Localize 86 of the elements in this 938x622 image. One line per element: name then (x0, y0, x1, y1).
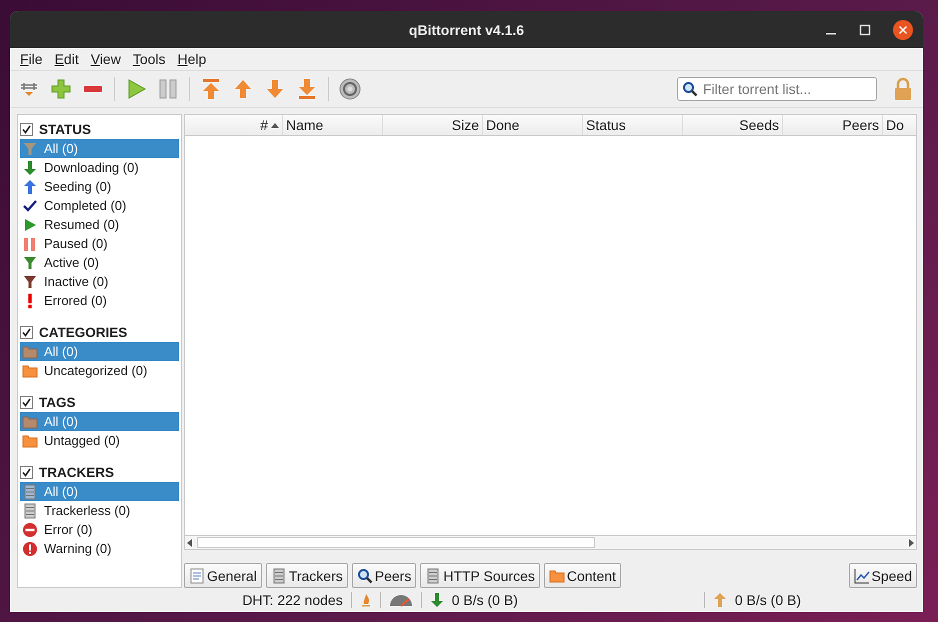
filter-item[interactable]: Trackerless (0) (20, 501, 179, 520)
filter-item[interactable]: All (0) (20, 482, 179, 501)
arrow-down-icon[interactable] (264, 78, 286, 100)
menu-item[interactable]: View (86, 51, 125, 67)
speedometer-icon[interactable] (388, 593, 413, 607)
filter-item[interactable]: All (0) (20, 412, 179, 431)
menu-item[interactable]: Edit (50, 51, 83, 67)
column-header[interactable]: Size (383, 115, 483, 135)
filter-item[interactable]: Completed (0) (20, 196, 179, 215)
section-title: TAGS (39, 394, 76, 410)
column-header[interactable]: Status (583, 115, 683, 135)
scroll-left-icon[interactable] (185, 538, 195, 548)
search-icon (682, 81, 698, 97)
column-header[interactable]: # (185, 115, 283, 135)
detail-tab[interactable]: General (184, 563, 262, 588)
folder-icon (22, 344, 38, 360)
filter-item[interactable]: Warning (0) (20, 539, 179, 558)
upload-arrow-icon (712, 592, 727, 608)
filter-item[interactable]: Inactive (0) (20, 272, 179, 291)
folder-icon (22, 414, 38, 430)
maximize-icon[interactable] (859, 24, 871, 36)
section-title: TRACKERS (39, 464, 114, 480)
filter-item[interactable]: All (0) (20, 342, 179, 361)
menu-item[interactable]: Help (174, 51, 210, 67)
section-title: STATUS (39, 122, 91, 136)
server-icon (425, 568, 442, 584)
filter-item[interactable]: Uncategorized (0) (20, 361, 179, 380)
arrow-up-icon[interactable] (232, 78, 254, 100)
server-icon (22, 484, 38, 500)
speed-button[interactable]: Speed (848, 563, 917, 588)
server-icon (270, 568, 287, 584)
chart-icon (854, 568, 870, 584)
column-header[interactable]: Name (283, 115, 383, 135)
section-checkbox[interactable] (20, 396, 33, 408)
pause-icon[interactable] (157, 78, 179, 100)
menu-item[interactable]: Tools (128, 51, 170, 67)
section-checkbox[interactable] (20, 326, 33, 338)
section-checkbox[interactable] (20, 122, 33, 136)
filter-item[interactable]: All (0) (20, 139, 179, 158)
section-checkbox[interactable] (20, 466, 33, 478)
move-bottom-icon[interactable] (296, 78, 318, 100)
funnel-icon (22, 254, 38, 270)
server-icon (22, 502, 38, 518)
move-top-icon[interactable] (200, 78, 222, 100)
warning-icon (22, 540, 38, 556)
add-icon[interactable] (50, 78, 72, 100)
no-entry-icon (22, 522, 38, 538)
filter-item[interactable]: Untagged (0) (20, 431, 179, 450)
column-header[interactable]: Peers (783, 115, 883, 135)
detail-tab[interactable]: HTTP Sources (420, 563, 540, 588)
filter-item[interactable]: Active (0) (20, 253, 179, 272)
window-title: qBittorrent v4.1.6 (408, 22, 524, 38)
section-title: CATEGORIES (39, 324, 128, 340)
settings-icon[interactable] (339, 78, 361, 100)
filter-item[interactable]: Seeding (0) (20, 177, 179, 196)
search-icon (356, 568, 373, 584)
funnel-icon (22, 140, 38, 156)
column-header[interactable]: Seeds (683, 115, 783, 135)
document-icon (189, 568, 205, 584)
scroll-right-icon[interactable] (906, 538, 916, 548)
close-icon[interactable] (893, 20, 913, 40)
download-speed: 0 B/s (0 B) (452, 592, 518, 608)
column-header[interactable]: Done (483, 115, 583, 135)
detail-tab[interactable]: Content (544, 563, 621, 588)
search-field[interactable]: Filter torrent list... (677, 77, 877, 101)
download-arrow-icon (430, 592, 444, 608)
detail-tab[interactable]: Trackers (266, 563, 348, 588)
pause-icon (22, 236, 38, 252)
folder-icon (548, 568, 565, 584)
dht-status: DHT: 222 nodes (242, 592, 343, 608)
detail-tab[interactable]: Peers (352, 563, 416, 588)
arrow-up-icon (22, 178, 38, 194)
funnel-icon (22, 274, 38, 290)
flame-icon[interactable] (360, 592, 372, 608)
play-icon (22, 216, 38, 232)
arrow-down-icon (22, 160, 38, 176)
checkmark-icon (22, 198, 38, 214)
upload-speed: 0 B/s (0 B) (734, 592, 801, 608)
menu-item[interactable]: File (16, 51, 47, 67)
filter-item[interactable]: Downloading (0) (20, 158, 179, 177)
filter-item[interactable]: Resumed (0) (20, 215, 179, 234)
horizontal-scrollbar[interactable] (185, 535, 916, 549)
filter-item[interactable]: Paused (0) (20, 234, 179, 253)
column-header[interactable]: Do (883, 115, 916, 135)
filter-item[interactable]: Error (0) (20, 520, 179, 539)
filter-item[interactable]: Errored (0) (20, 291, 179, 310)
